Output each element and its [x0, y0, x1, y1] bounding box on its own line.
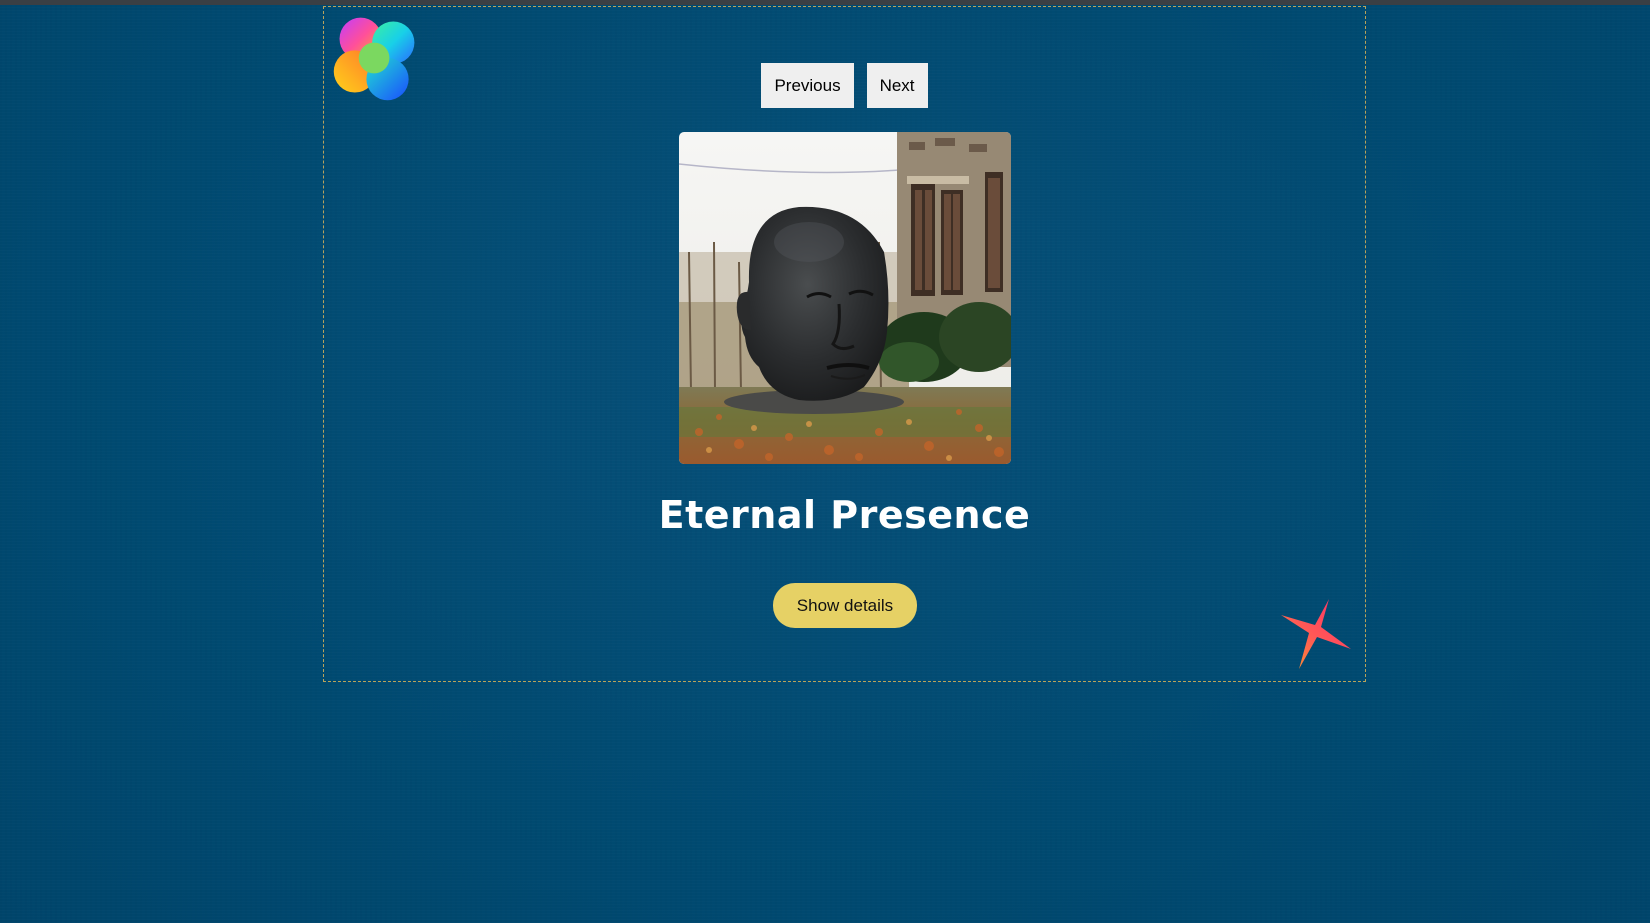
show-details-button[interactable]: Show details	[773, 583, 917, 628]
artwork-image	[679, 132, 1011, 464]
previous-button[interactable]: Previous	[761, 63, 854, 108]
next-button[interactable]: Next	[866, 63, 928, 108]
gallery-frame: Previous Next Eternal Presence Show deta…	[323, 6, 1366, 682]
gallery-navigation: Previous Next	[324, 63, 1365, 108]
artwork-title: Eternal Presence	[658, 493, 1031, 537]
browser-top-bar	[0, 0, 1650, 5]
four-point-star-icon	[1281, 599, 1351, 669]
